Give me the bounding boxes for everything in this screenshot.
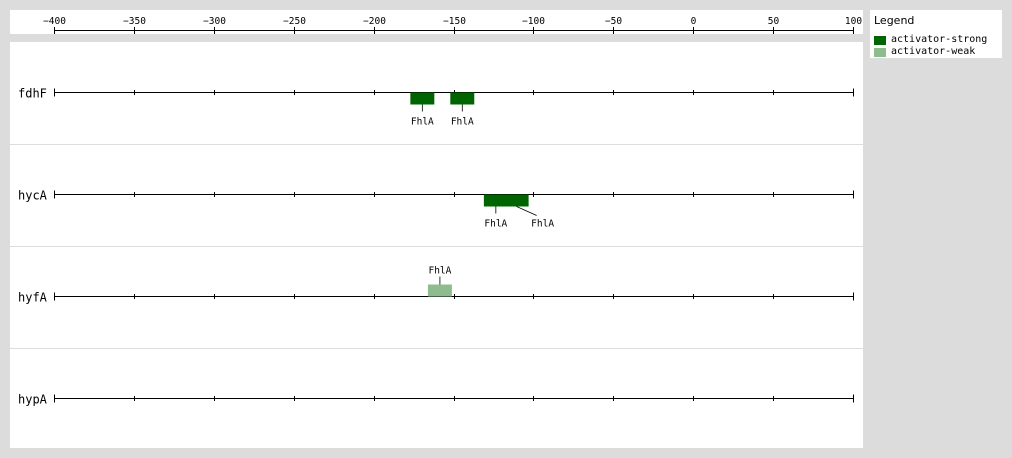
axis-tick-label: −300 (203, 16, 226, 27)
binding-site-activator-strong (483, 194, 508, 207)
gene-label-fdhF: fdhF (18, 87, 47, 101)
axis-tick-label: −250 (283, 16, 306, 27)
site-label: FhlA (531, 219, 554, 230)
axis-tick-label: −150 (443, 16, 466, 27)
legend-label-activator-weak: activator-weak (891, 46, 976, 57)
gene-label-hyfA: hyfA (18, 291, 48, 305)
axis-panel: −400 −350 −300 −250 −200 −150 −100 −50 0 50 100 (10, 10, 863, 34)
gene-label-hypA: hypA (18, 393, 48, 407)
site-label: FhlA (484, 219, 507, 230)
legend-label-activator-strong: activator-strong (891, 34, 988, 45)
binding-site-activator-strong (450, 92, 475, 105)
gene-label-hycA: hycA (18, 189, 48, 203)
position-axis: −400 −350 −300 −250 −200 −150 −100 −50 0 50 100 (43, 16, 862, 34)
site-label: FhlA (411, 117, 434, 128)
site-label: FhlA (428, 266, 451, 277)
legend-title: Legend (874, 14, 915, 27)
site-label: FhlA (451, 117, 474, 128)
promoter-tracks: fdhF FhlA FhlA hycA FhlA FhlA hyfA FhlA hypA (10, 87, 863, 407)
legend: Legend activator-strong activator-weak (870, 10, 1002, 58)
axis-tick-label: −400 (43, 16, 66, 27)
binding-site-activator-weak (427, 284, 452, 297)
axis-tick-label: 50 (768, 16, 780, 27)
axis-tick-label: 0 (691, 16, 697, 27)
track-panel: fdhF FhlA FhlA hycA FhlA FhlA hyfA FhlA hypA (10, 42, 863, 448)
legend-swatch-activator-strong (874, 36, 886, 45)
axis-tick-label: −350 (123, 16, 146, 27)
binding-site-activator-strong (410, 92, 435, 105)
legend-swatch-activator-weak (874, 48, 886, 57)
axis-tick-label: −200 (363, 16, 386, 27)
axis-tick-label: −100 (522, 16, 545, 27)
binding-site-activator-strong (504, 194, 529, 207)
legend-item-activator-weak: activator-weak (874, 46, 1002, 59)
axis-tick-label: −50 (605, 16, 622, 27)
axis-tick-label: 100 (845, 16, 862, 27)
site-connector (516, 206, 537, 216)
